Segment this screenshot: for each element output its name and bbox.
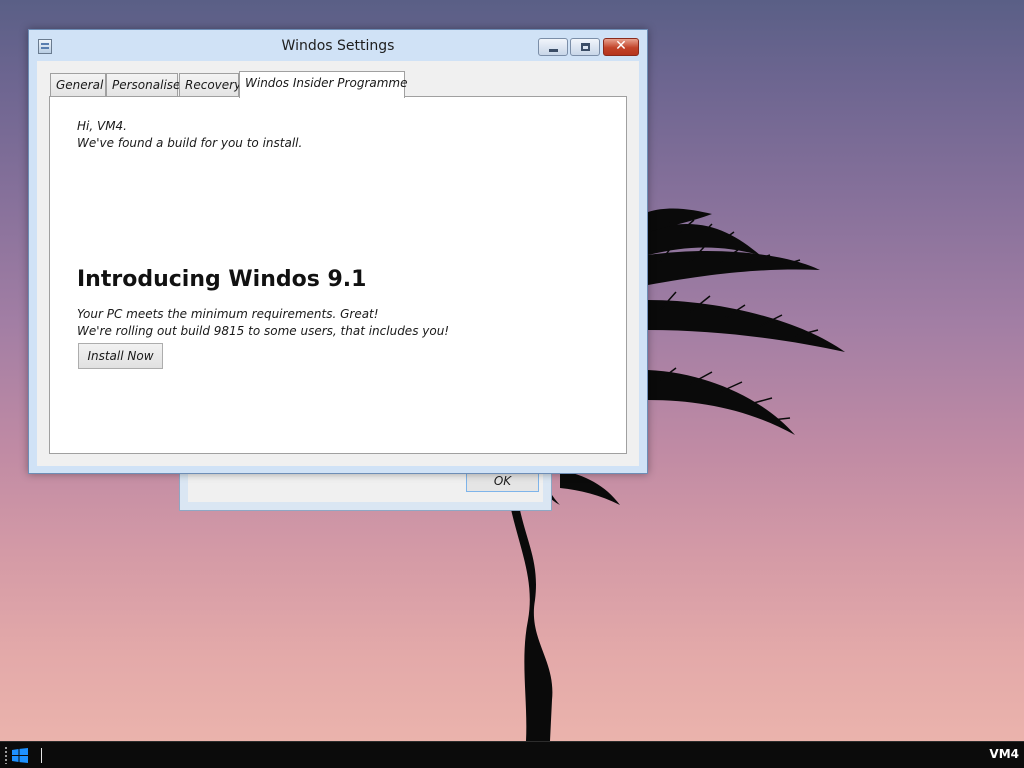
found-build-text: We've found a build for you to install. [77,136,303,150]
headline: Introducing Windos 9.1 [77,267,367,292]
title-bar[interactable]: Windos Settings ✕ [29,30,647,62]
requirements-text: Your PC meets the minimum requirements. … [77,307,379,321]
close-button[interactable]: ✕ [603,38,639,56]
taskbar-grip [5,747,7,764]
minimize-icon [549,49,558,52]
tab-recovery[interactable]: Recovery [179,73,241,97]
window-client-area: General Personalise Recovery Windos Insi… [37,61,639,466]
tab-general[interactable]: General [50,73,106,97]
palm-frond [648,224,760,255]
settings-window: Windos Settings ✕ General Personalise Re… [28,29,648,474]
close-icon: ✕ [615,38,627,54]
taskbar-separator [41,748,42,763]
palm-frond [648,300,845,352]
windows-logo-icon [12,748,28,763]
tray-user-label: VM4 [989,747,1019,761]
palm-trunk [510,500,553,741]
desktop: OK Windos Settings ✕ General Personalise… [0,0,1024,768]
tab-windos-insider-programme[interactable]: Windos Insider Programme [239,71,408,98]
taskbar: VM4 [0,741,1024,768]
install-now-button[interactable]: Install Now [78,343,163,369]
maximize-icon [581,43,590,51]
palm-frond [648,250,820,285]
rollout-text: We're rolling out build 9815 to some use… [77,324,450,338]
greeting-text: Hi, VM4. [77,119,127,133]
palm-frond [560,470,620,505]
minimize-button[interactable] [538,38,568,56]
tab-personalise[interactable]: Personalise [106,73,180,97]
ok-button[interactable]: OK [466,471,539,492]
start-button[interactable] [2,744,32,766]
maximize-button[interactable] [570,38,600,56]
palm-frond [648,370,795,435]
insider-tab-panel: Hi, VM4. We've found a build for you to … [49,96,627,454]
